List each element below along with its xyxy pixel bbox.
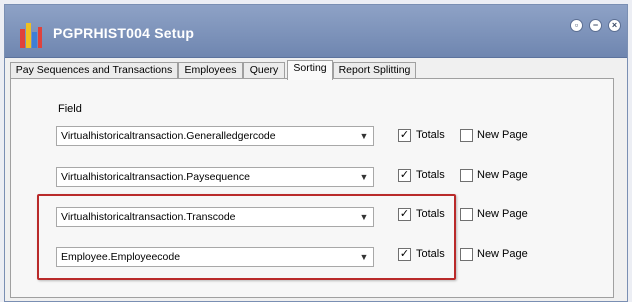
- new-page-checkbox-1[interactable]: [460, 129, 473, 142]
- field-column-header: Field: [58, 103, 82, 115]
- select-value: Virtualhistoricaltransaction.Generalledg…: [61, 130, 276, 142]
- sort-field-select-2[interactable]: Virtualhistoricaltransaction.Paysequence…: [56, 167, 374, 187]
- window-title: PGPRHIST004 Setup: [53, 25, 195, 41]
- bar-chart-icon: [20, 23, 42, 48]
- sort-field-select-1[interactable]: Virtualhistoricaltransaction.Generalledg…: [56, 126, 374, 146]
- new-page-label: New Page: [477, 169, 528, 181]
- tab-report-splitting[interactable]: Report Splitting: [333, 62, 416, 79]
- tab-sorting[interactable]: Sorting: [287, 60, 333, 80]
- select-value: Virtualhistoricaltransaction.Paysequence: [61, 171, 250, 183]
- tab-employees[interactable]: Employees: [178, 62, 243, 79]
- totals-checkbox-2[interactable]: ✓: [398, 169, 411, 182]
- new-page-label: New Page: [477, 248, 528, 260]
- title-bar: PGPRHIST004 Setup ▫ − ×: [5, 5, 627, 58]
- new-page-checkbox-2[interactable]: [460, 169, 473, 182]
- totals-checkbox-1[interactable]: ✓: [398, 129, 411, 142]
- totals-label: Totals: [416, 129, 445, 141]
- close-icon[interactable]: ×: [608, 19, 621, 32]
- highlight-annotation-box: [37, 194, 456, 280]
- tab-pay-sequences[interactable]: Pay Sequences and Transactions: [10, 62, 178, 79]
- chevron-down-icon[interactable]: ▼: [355, 168, 373, 186]
- tab-query[interactable]: Query: [243, 62, 285, 79]
- new-page-label: New Page: [477, 129, 528, 141]
- totals-label: Totals: [416, 169, 445, 181]
- new-page-label: New Page: [477, 208, 528, 220]
- new-page-checkbox-4[interactable]: [460, 248, 473, 261]
- restore-icon[interactable]: ▫: [570, 19, 583, 32]
- minimize-icon[interactable]: −: [589, 19, 602, 32]
- chevron-down-icon[interactable]: ▼: [355, 127, 373, 145]
- new-page-checkbox-3[interactable]: [460, 208, 473, 221]
